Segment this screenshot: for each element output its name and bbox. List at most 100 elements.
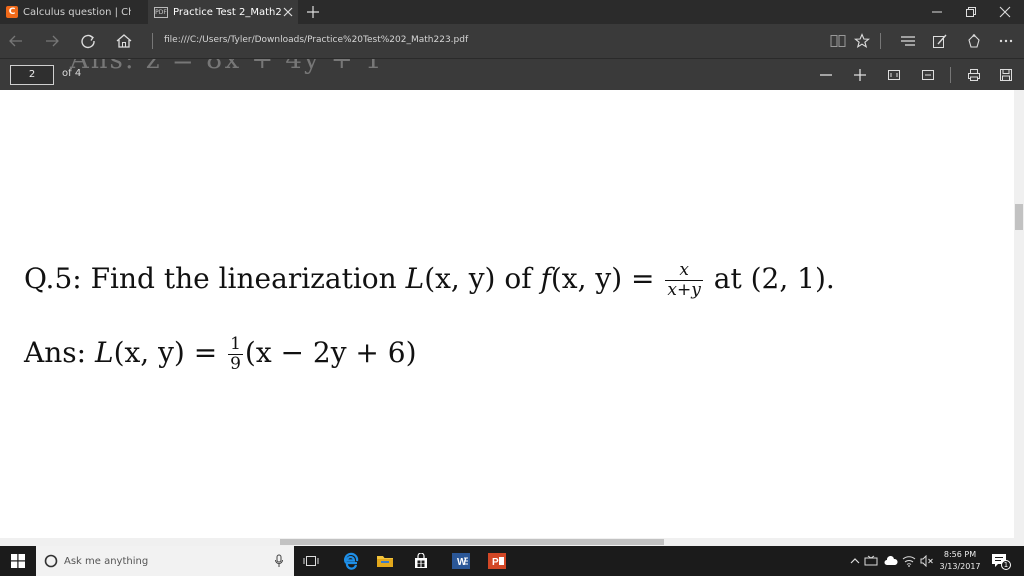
tab-pdf[interactable]: PDF Practice Test 2_Math223 <box>148 0 298 24</box>
denominator: 9 <box>230 354 241 374</box>
fraction: 19 <box>228 336 243 373</box>
svg-text:W: W <box>457 557 467 568</box>
linearization-symbol: L <box>94 336 114 369</box>
horizontal-scrollbar[interactable] <box>0 538 1024 546</box>
horizontal-scroll-thumb[interactable] <box>280 539 664 545</box>
zoom-out-button[interactable] <box>816 65 836 85</box>
fit-page-icon <box>888 70 900 80</box>
store-button[interactable] <box>410 551 432 571</box>
speaker-muted-icon <box>920 555 933 567</box>
cortana-search-box[interactable]: Ask me anything <box>36 546 294 576</box>
address-bar: file:///C:/Users/Tyler/Downloads/Practic… <box>0 24 1024 58</box>
wifi-icon <box>902 556 916 567</box>
minimize-button[interactable] <box>920 0 954 24</box>
fit-page-button[interactable] <box>884 65 904 85</box>
web-note-button[interactable] <box>930 32 950 50</box>
page-bleed-text: Ans: z = 8x + 4y + 1 <box>70 58 384 75</box>
save-icon <box>1000 69 1012 81</box>
file-explorer-button[interactable] <box>374 551 396 571</box>
answer-expression: (x − 2y + 6) <box>244 336 417 369</box>
print-button[interactable] <box>964 65 984 85</box>
svg-text:P: P <box>492 557 499 568</box>
favorite-button[interactable] <box>852 32 872 50</box>
notification-count: 1 <box>1001 560 1011 570</box>
folder-icon <box>377 556 393 567</box>
tray-app-button[interactable] <box>864 553 878 569</box>
cloud-icon <box>884 556 898 565</box>
restore-button[interactable] <box>954 0 988 24</box>
page-number-input[interactable]: 2 <box>10 65 54 85</box>
cortana-icon <box>44 554 58 568</box>
refresh-icon[interactable] <box>78 31 98 51</box>
chegg-favicon-icon: C <box>6 6 18 18</box>
function-symbol: f <box>540 262 551 295</box>
hub-icon <box>901 36 915 46</box>
page-count: of 4 <box>62 68 82 79</box>
volume-button[interactable] <box>920 553 934 569</box>
page-layout-icon <box>922 70 934 80</box>
zoom-in-button[interactable] <box>850 65 870 85</box>
tab-bar: C Calculus question | Chegg.c PDF Practi… <box>0 0 1024 24</box>
tab-label: Practice Test 2_Math223 <box>173 6 281 18</box>
more-button[interactable] <box>996 32 1016 50</box>
linearization-symbol: L <box>405 262 425 295</box>
forward-arrow-icon[interactable] <box>42 31 62 51</box>
home-icon[interactable] <box>114 31 134 51</box>
clock[interactable]: 8:56 PM 3/13/2017 <box>938 549 982 573</box>
word-icon: W <box>452 553 470 569</box>
show-hidden-icons-button[interactable] <box>848 553 862 569</box>
wifi-button[interactable] <box>902 553 916 569</box>
powerpoint-button[interactable]: P <box>486 551 508 571</box>
share-button[interactable] <box>964 32 984 50</box>
windows-logo-icon <box>11 554 25 568</box>
powerpoint-icon: P <box>488 553 506 569</box>
restore-icon <box>966 7 976 17</box>
tray-app-icon <box>864 555 878 566</box>
pdf-toolbar: Ans: z = 8x + 4y + 1 2 of 4 <box>0 58 1024 90</box>
numerator: x <box>665 262 703 281</box>
vertical-scroll-thumb[interactable] <box>1015 204 1023 230</box>
start-button[interactable] <box>0 546 36 576</box>
task-view-button[interactable] <box>300 551 322 571</box>
action-center-button[interactable]: 1 <box>990 552 1011 570</box>
linearization-args: (x, y) = <box>113 336 227 369</box>
of-word: of <box>495 262 541 295</box>
page-layout-button[interactable] <box>918 65 938 85</box>
reading-view-icon <box>830 35 846 47</box>
onedrive-button[interactable] <box>884 553 898 569</box>
numerator: 1 <box>228 334 243 355</box>
edge-icon <box>344 552 359 570</box>
print-icon <box>968 69 980 81</box>
reading-view-button[interactable] <box>828 32 848 50</box>
plus-icon <box>854 69 866 81</box>
new-tab-icon[interactable] <box>304 3 322 21</box>
divider <box>950 67 951 83</box>
back-arrow-icon[interactable] <box>6 31 26 51</box>
divider <box>880 33 881 49</box>
close-tab-icon[interactable] <box>282 5 294 19</box>
tab-label: Calculus question | Chegg.c <box>23 6 131 18</box>
answer-line: Ans: L(x, y) = 1 9 (x − 2y + 6) <box>24 336 417 373</box>
minus-icon <box>820 74 832 76</box>
edge-taskbar-button[interactable] <box>340 551 362 571</box>
fraction: x x+y <box>665 262 703 300</box>
linearization-args: (x, y) <box>424 262 496 295</box>
chevron-up-icon <box>850 558 860 564</box>
clock-date: 3/13/2017 <box>939 562 981 571</box>
star-icon <box>854 33 870 49</box>
save-button[interactable] <box>996 65 1016 85</box>
task-view-icon <box>303 556 319 566</box>
point: (2, 1). <box>750 262 835 295</box>
vertical-scrollbar[interactable] <box>1014 90 1024 538</box>
share-icon <box>968 34 980 48</box>
taskbar: Ask me anything W P 8:56 PM 3/13/2017 1 <box>0 546 1024 576</box>
close-window-button[interactable] <box>988 0 1022 24</box>
close-icon <box>999 6 1011 18</box>
tab-chegg[interactable]: C Calculus question | Chegg.c <box>0 0 148 24</box>
microphone-icon[interactable] <box>274 554 284 568</box>
web-note-icon <box>933 34 947 48</box>
hub-button[interactable] <box>898 32 918 50</box>
denominator: x+y <box>667 280 701 300</box>
url-field[interactable]: file:///C:/Users/Tyler/Downloads/Practic… <box>164 35 468 45</box>
word-button[interactable]: W <box>450 551 472 571</box>
